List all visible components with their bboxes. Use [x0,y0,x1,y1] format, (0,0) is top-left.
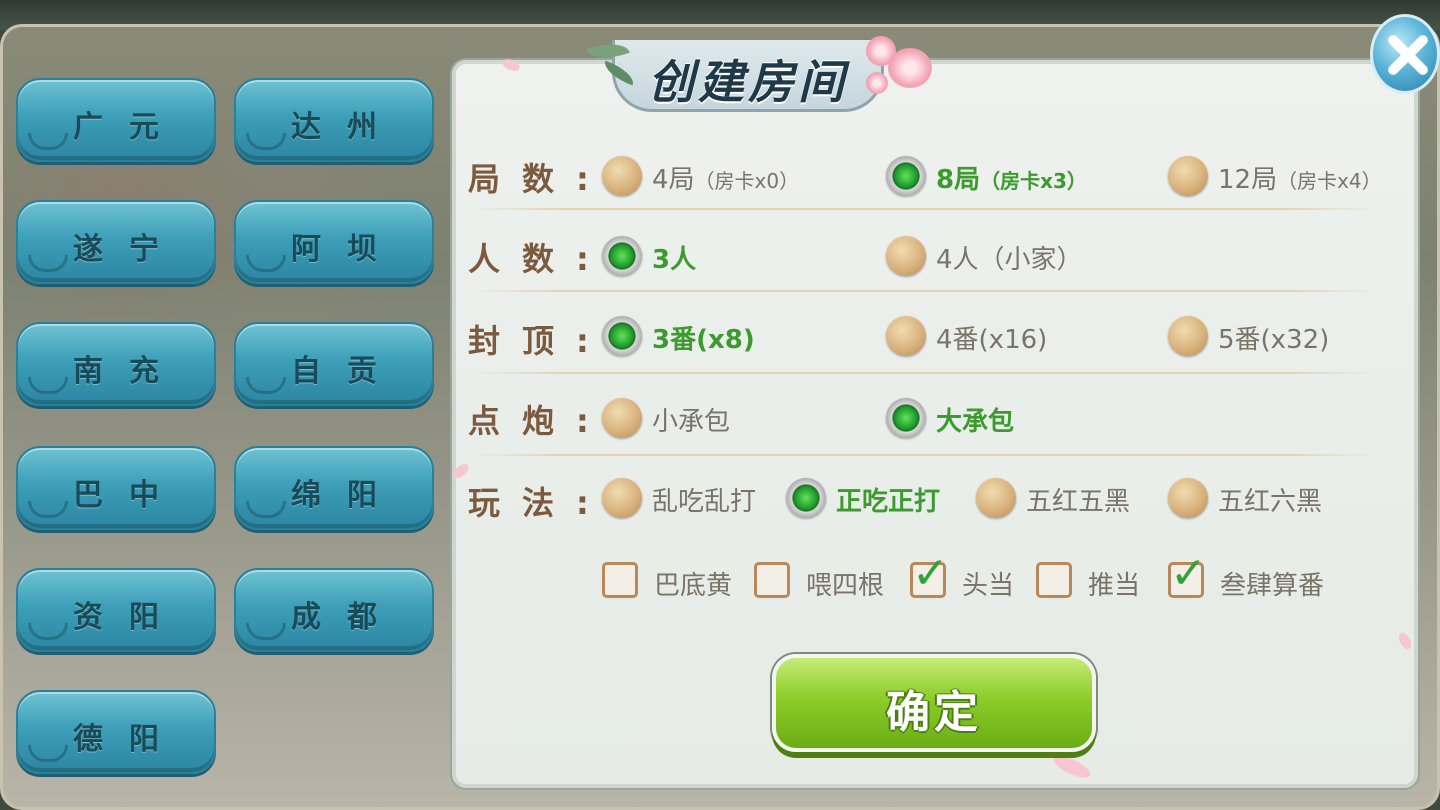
checkbox-box [1036,562,1072,598]
city-button-aba[interactable]: 阿坝 [234,200,434,284]
city-button-ziyang[interactable]: 资阳 [16,568,216,652]
option-label: 大承包 [936,407,1015,437]
confirm-button[interactable]: 确定 [772,654,1096,752]
checkbox-label: 推当 [1088,571,1141,601]
radio-icon [1168,316,1208,356]
cap-label: 封顶: [468,322,589,360]
swirl-icon [246,377,286,394]
swirl-icon [28,133,68,150]
confirm-label: 确定 [886,687,982,738]
checkbox-label: 叁肆算番 [1220,571,1325,601]
city-button-nanchong[interactable]: 南充 [16,322,216,406]
swirl-icon [246,255,286,272]
radio-icon [602,478,642,518]
radio-selected-icon [602,316,642,356]
city-button-bazhong[interactable]: 巴中 [16,446,216,530]
option-label: 五红六黑 [1218,487,1323,517]
swirl-icon [28,623,68,640]
city-button-zigong[interactable]: 自贡 [234,322,434,406]
checkmark-icon: ✓ [1170,548,1207,599]
radio-icon [976,478,1016,518]
checkmark-icon: ✓ [912,548,949,599]
divider [468,372,1380,374]
option-label: 五红五黑 [1026,487,1131,517]
radio-icon [886,236,926,276]
divider [468,290,1380,292]
option-label: 小承包 [652,407,731,437]
city-button-guangyuan[interactable]: 广元 [16,78,216,162]
flower-icon [866,72,888,94]
pao-label: 点炮: [468,402,589,440]
option-label: 3番(x8) [652,325,755,355]
divider [468,454,1380,456]
radio-selected-icon [602,236,642,276]
radio-selected-icon [886,398,926,438]
close-button[interactable] [1370,14,1440,94]
option-label: 4局（房卡x0） [652,165,800,195]
divider [468,208,1380,210]
option-label: 8局（房卡x3） [936,165,1087,195]
city-button-mianyang[interactable]: 绵阳 [234,446,434,530]
city-button-deyang[interactable]: 德阳 [16,690,216,774]
flower-icon [888,48,932,88]
checkbox-box [602,562,638,598]
page-title: 创建房间 [648,55,848,109]
swirl-icon [28,501,68,518]
city-button-chengdu[interactable]: 成都 [234,568,434,652]
radio-icon [1168,478,1208,518]
option-label: 4番(x16) [936,325,1048,355]
option-label: 3人 [652,245,697,275]
option-label: 5番(x32) [1218,325,1330,355]
radio-selected-icon [886,156,926,196]
rounds-label: 局数: [468,160,589,198]
checkbox-box [754,562,790,598]
radio-icon [602,398,642,438]
radio-icon [886,316,926,356]
city-button-suining[interactable]: 遂宁 [16,200,216,284]
swirl-icon [246,133,286,150]
option-label: 正吃正打 [836,487,941,517]
option-label: 12局（房卡x4） [1218,165,1382,195]
city-button-dazhou[interactable]: 达州 [234,78,434,162]
option-label: 4人（小家） [936,245,1083,275]
radio-icon [1168,156,1208,196]
radio-selected-icon [786,478,826,518]
checkbox-label: 巴底黄 [654,571,733,601]
swirl-icon [28,745,68,762]
players-label: 人数: [468,240,589,278]
checkbox-label: 头当 [962,571,1015,601]
radio-icon [602,156,642,196]
mode-label: 玩法: [468,484,589,522]
option-label: 乱吃乱打 [652,487,757,517]
swirl-icon [246,623,286,640]
checkbox-label: 喂四根 [806,571,885,601]
swirl-icon [28,255,68,272]
swirl-icon [28,377,68,394]
swirl-icon [246,501,286,518]
